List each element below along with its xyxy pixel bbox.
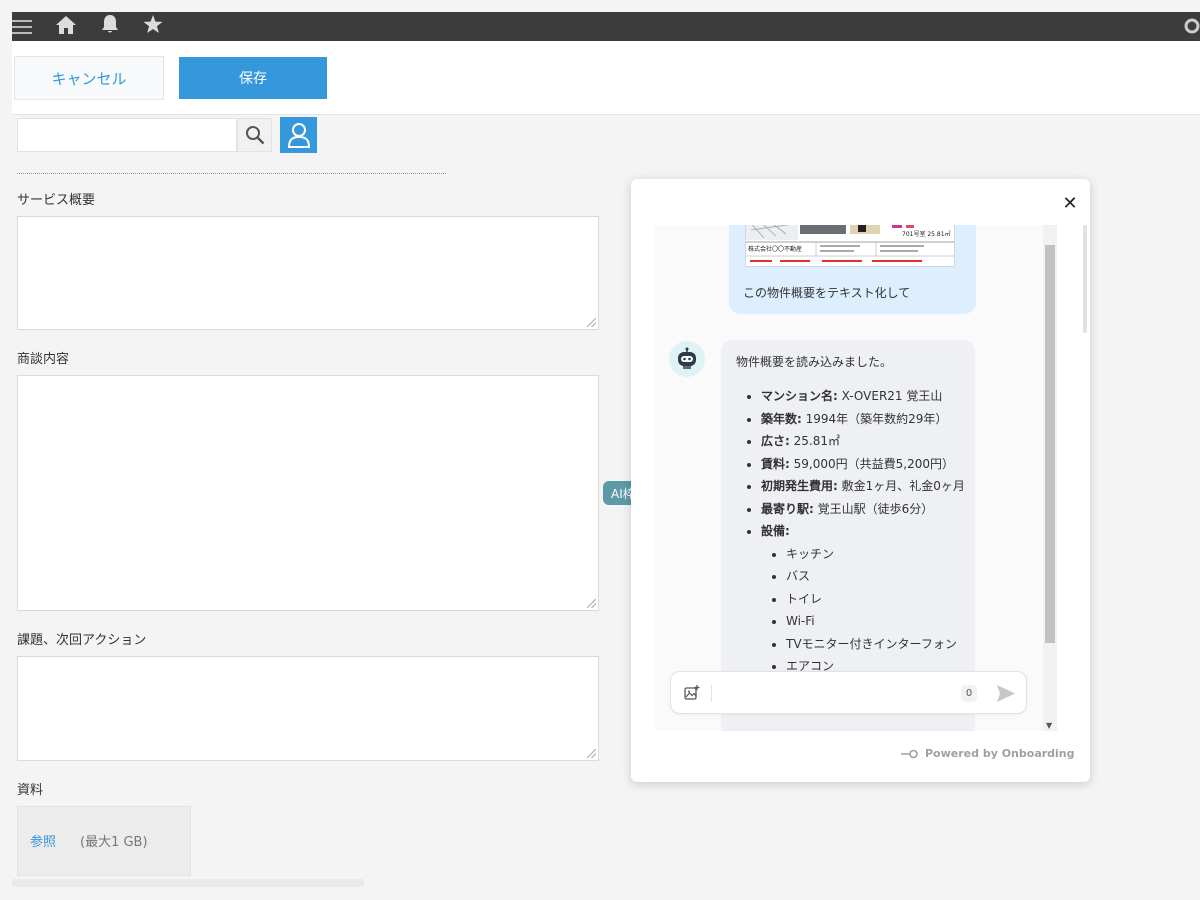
list-item: 築年数: 1994年（築年数約29年）	[761, 408, 965, 431]
property-flyer-image[interactable]: 701号室 25.81㎡ 株式会社〇〇不動産	[745, 225, 955, 267]
onboarding-logo-icon	[901, 749, 918, 758]
scrollbar-thumb[interactable]	[1083, 225, 1087, 333]
list-item: 賃料: 59,000円（共益費5,200円）	[761, 453, 965, 476]
chat-composer[interactable]: 0	[670, 671, 1027, 714]
property-info-list: マンション名: X-OVER21 覚王山 築年数: 1994年（築年数約29年）…	[736, 385, 965, 678]
resize-handle[interactable]	[587, 599, 596, 608]
materials-label: 資料	[17, 783, 44, 798]
search-button[interactable]	[237, 118, 272, 152]
search-input[interactable]	[17, 118, 237, 152]
top-navigation-bar	[12, 12, 1200, 41]
list-item: キッチン	[786, 543, 965, 566]
list-item: バス	[786, 565, 965, 588]
home-icon[interactable]	[56, 12, 76, 34]
list-item: トイレ	[786, 588, 965, 611]
scroll-down-arrow[interactable]: ▼	[1046, 721, 1052, 730]
chat-scrollbar[interactable]: ▼	[1043, 225, 1057, 731]
resize-handle[interactable]	[587, 318, 596, 327]
bell-icon[interactable]	[100, 12, 120, 34]
cancel-button[interactable]: キャンセル	[14, 56, 164, 100]
resize-handle[interactable]	[587, 749, 596, 758]
issues-label: 課題、次回アクション	[17, 633, 147, 648]
action-bar: キャンセル 保存	[12, 41, 1200, 115]
user-select-button[interactable]	[280, 117, 317, 153]
facility-list: キッチン バス トイレ Wi-Fi TVモニター付きインターフォン エアコン	[761, 543, 965, 678]
image-upload-icon[interactable]	[684, 685, 700, 705]
service-overview-label: サービス概要	[17, 193, 96, 208]
list-item: 設備: キッチン バス トイレ Wi-Fi TVモニター付きインターフォン エア…	[761, 520, 965, 678]
close-icon[interactable]: ✕	[1060, 193, 1080, 214]
save-button[interactable]: 保存	[179, 57, 327, 99]
list-item: TVモニター付きインターフォン	[786, 633, 965, 656]
send-icon[interactable]	[997, 685, 1015, 706]
flyer-size-label: 701号室 25.81㎡	[902, 231, 951, 238]
list-item: Wi-Fi	[786, 610, 965, 633]
negotiation-textarea[interactable]	[17, 375, 599, 611]
menu-icon[interactable]	[12, 12, 32, 34]
star-icon[interactable]	[143, 12, 163, 34]
search-icon	[245, 126, 264, 145]
user-message-bubble: 701号室 25.81㎡ 株式会社〇〇不動産 この物件概要をテキスト化して	[729, 225, 976, 314]
section-divider	[17, 173, 446, 174]
service-overview-textarea[interactable]	[17, 216, 599, 330]
list-item: 最寄り駅: 覚王山駅（徒歩6分）	[761, 498, 965, 521]
user-icon	[287, 123, 310, 148]
list-item: 初期発生費用: 敷金1ヶ月、礼金0ヶ月	[761, 475, 965, 498]
issues-textarea[interactable]	[17, 656, 599, 761]
flyer-company-label: 株式会社〇〇不動産	[748, 246, 803, 253]
bot-intro-text: 物件概要を読み込みました。	[736, 355, 893, 369]
scrollbar-thumb[interactable]	[1045, 245, 1055, 643]
character-count: 0	[961, 685, 977, 702]
negotiation-label: 商談内容	[17, 352, 70, 367]
browse-link[interactable]: 参照	[30, 831, 56, 850]
list-item: マンション名: X-OVER21 覚王山	[761, 385, 965, 408]
bot-avatar	[669, 341, 705, 377]
settings-icon[interactable]	[1184, 12, 1200, 34]
chat-message-area: 701号室 25.81㎡ 株式会社〇〇不動産 この物件概要をテキスト化して 物件…	[655, 225, 1043, 731]
file-size-limit: (最大1 GB)	[80, 835, 148, 850]
list-item: 広さ: 25.81㎡	[761, 430, 965, 453]
file-attachment-area: 参照 (最大1 GB)	[17, 806, 191, 876]
composer-divider	[711, 685, 712, 702]
user-message-text: この物件概要をテキスト化して	[743, 286, 911, 300]
ai-chat-panel: ✕ 701号室 25.81㎡ 株式会社〇〇不動産 この物件概要をテキスト化して …	[631, 179, 1090, 782]
panel-scrollbar[interactable]	[1082, 225, 1088, 725]
robot-icon	[678, 347, 696, 369]
powered-by-footer: Powered by Onboarding	[901, 747, 1075, 760]
horizontal-scrollbar[interactable]	[12, 879, 364, 887]
